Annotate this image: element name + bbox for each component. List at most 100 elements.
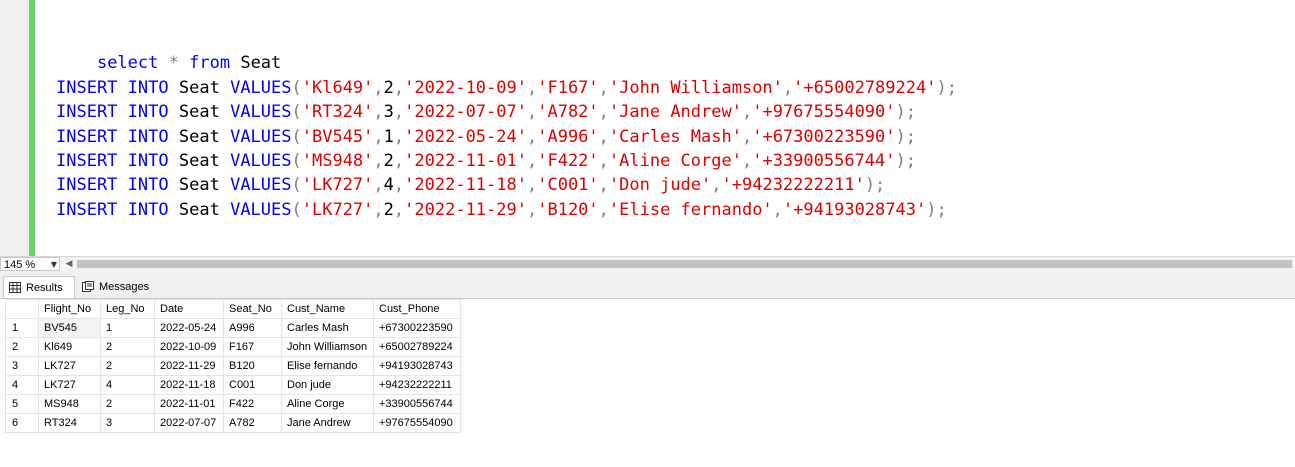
row-number[interactable]: 4 — [5, 375, 39, 395]
column-header[interactable]: Leg_No — [100, 299, 155, 319]
column-header[interactable]: Seat_No — [223, 299, 282, 319]
insert-statement[interactable]: INSERT INTO Seat VALUES('BV545',1,'2022-… — [56, 125, 916, 149]
table-cell[interactable]: Aline Corge — [281, 394, 374, 414]
comma: , — [373, 127, 384, 147]
table-cell[interactable]: F422 — [223, 394, 282, 414]
tab-results-label: Results — [26, 282, 63, 294]
table-row[interactable]: 4 LK727 4 2022-11-18 C001 Don jude +9423222221… — [5, 375, 461, 395]
table-cell[interactable]: 2022-11-29 — [154, 356, 224, 376]
paren-open: ( — [291, 127, 302, 147]
flight-value: 'BV545' — [301, 127, 374, 147]
row-number[interactable]: 5 — [5, 394, 39, 414]
insert-statement[interactable]: INSERT INTO Seat VALUES('RT324',3,'2022-… — [56, 100, 916, 124]
table-cell[interactable]: +97675554090 — [373, 413, 461, 433]
editor-status-bar: 145 % ▼ ◀ — [0, 256, 1295, 272]
row-number[interactable]: 6 — [5, 413, 39, 433]
phone-value: '+94232222211' — [721, 175, 865, 195]
insert-keyword: INSERT — [56, 78, 118, 98]
table-cell[interactable]: 1 — [100, 318, 155, 338]
insert-statement[interactable]: INSERT INTO Seat VALUES('MS948',2,'2022-… — [56, 149, 916, 173]
table-cell[interactable]: LK727 — [38, 356, 101, 376]
table-cell[interactable]: 2022-11-18 — [154, 375, 224, 395]
tab-messages[interactable]: Messages — [77, 276, 153, 298]
row-number[interactable]: 1 — [5, 318, 39, 338]
leg-value: 1 — [383, 127, 394, 147]
table-cell[interactable]: LK727 — [38, 375, 101, 395]
table-cell[interactable]: 4 — [100, 375, 155, 395]
table-cell[interactable]: A782 — [223, 413, 282, 433]
table-cell[interactable]: John Williamson — [281, 337, 374, 357]
table-cell[interactable]: Don jude — [281, 375, 374, 395]
select-statement[interactable]: select * from Seat — [56, 27, 281, 73]
tab-messages-label: Messages — [99, 281, 150, 293]
scroll-left-icon[interactable]: ◀ — [63, 257, 75, 271]
table-cell[interactable]: BV545 — [38, 318, 101, 338]
table-name: Seat — [178, 175, 220, 195]
table-cell[interactable]: 2022-10-09 — [154, 337, 224, 357]
into-keyword: INTO — [127, 175, 169, 195]
into-keyword: INTO — [127, 151, 169, 171]
row-number[interactable]: 3 — [5, 356, 39, 376]
paren-close: ); — [895, 151, 916, 171]
insert-statement[interactable]: INSERT INTO Seat VALUES('LK727',2,'2022-… — [56, 198, 947, 222]
table-cell[interactable]: Jane Andrew — [281, 413, 374, 433]
insert-statement[interactable]: INSERT INTO Seat VALUES('Kl649',2,'2022-… — [56, 76, 957, 100]
table-cell[interactable]: +94232222211 — [373, 375, 461, 395]
zoom-dropdown[interactable]: 145 % ▼ — [0, 257, 60, 271]
table-cell[interactable]: Carles Mash — [281, 318, 374, 338]
table-cell[interactable]: 2022-07-07 — [154, 413, 224, 433]
column-header[interactable]: Cust_Phone — [373, 299, 461, 319]
name-value: 'Don jude' — [608, 175, 712, 195]
comma: , — [526, 127, 538, 147]
column-header[interactable]: Cust_Name — [281, 299, 374, 319]
table-cell[interactable]: F167 — [223, 337, 282, 357]
table-cell[interactable]: 2 — [100, 394, 155, 414]
table-cell[interactable]: 2 — [100, 356, 155, 376]
paren-close: ); — [895, 102, 916, 122]
comma: , — [393, 175, 405, 195]
column-header[interactable]: Flight_No — [38, 299, 101, 319]
date-value: '2022-11-18' — [404, 175, 527, 195]
tab-results[interactable]: Results — [3, 276, 75, 298]
results-grid[interactable]: Flight_No Leg_No Date Seat_No Cust_Name … — [5, 299, 461, 433]
comma: , — [741, 151, 753, 171]
table-cell[interactable]: 2022-05-24 — [154, 318, 224, 338]
values-keyword: VALUES — [230, 151, 292, 171]
name-value: 'Carles Mash' — [608, 127, 742, 147]
column-header[interactable]: Date — [154, 299, 224, 319]
seat-value: 'C001' — [537, 175, 599, 195]
table-row[interactable]: 1 BV545 1 2022-05-24 A996 Carles Mash +6730022… — [5, 318, 461, 338]
seat-value: 'F167' — [537, 78, 599, 98]
table-row[interactable]: 3 LK727 2 2022-11-29 B120 Elise fernando +9419… — [5, 356, 461, 376]
table-row[interactable]: 5 MS948 2 2022-11-01 F422 Aline Corge +3390055… — [5, 394, 461, 414]
table-cell[interactable]: 3 — [100, 413, 155, 433]
insert-keyword: INSERT — [56, 175, 118, 195]
table-name: Seat — [178, 151, 220, 171]
insert-statement[interactable]: INSERT INTO Seat VALUES('LK727',4,'2022-… — [56, 173, 885, 197]
paren-open: ( — [291, 78, 302, 98]
table-cell[interactable]: B120 — [223, 356, 282, 376]
comma: , — [373, 175, 384, 195]
into-keyword: INTO — [127, 200, 169, 220]
table-cell[interactable]: RT324 — [38, 413, 101, 433]
row-number[interactable]: 2 — [5, 337, 39, 357]
table-cell[interactable]: C001 — [223, 375, 282, 395]
table-cell[interactable]: Kl649 — [38, 337, 101, 357]
paren-open: ( — [291, 200, 302, 220]
leg-value: 4 — [383, 175, 394, 195]
table-cell[interactable]: 2 — [100, 337, 155, 357]
table-cell[interactable]: 2022-11-01 — [154, 394, 224, 414]
table-cell[interactable]: +94193028743 — [373, 356, 461, 376]
table-cell[interactable]: MS948 — [38, 394, 101, 414]
paren-close: ); — [895, 127, 916, 147]
table-row[interactable]: 6 RT324 3 2022-07-07 A782 Jane Andrew +9767555… — [5, 413, 461, 433]
table-cell[interactable]: +67300223590 — [373, 318, 461, 338]
table-cell[interactable]: Elise fernando — [281, 356, 374, 376]
horizontal-scrollbar[interactable] — [77, 260, 1292, 268]
table-row[interactable]: 2 Kl649 2 2022-10-09 F167 John Williamson +650… — [5, 337, 461, 357]
table-cell[interactable]: A996 — [223, 318, 282, 338]
sql-editor[interactable]: select * from Seat INSERT INTO Seat VALU… — [0, 0, 1295, 256]
table-cell[interactable]: +33900556744 — [373, 394, 461, 414]
values-keyword: VALUES — [230, 127, 292, 147]
table-cell[interactable]: +65002789224 — [373, 337, 461, 357]
